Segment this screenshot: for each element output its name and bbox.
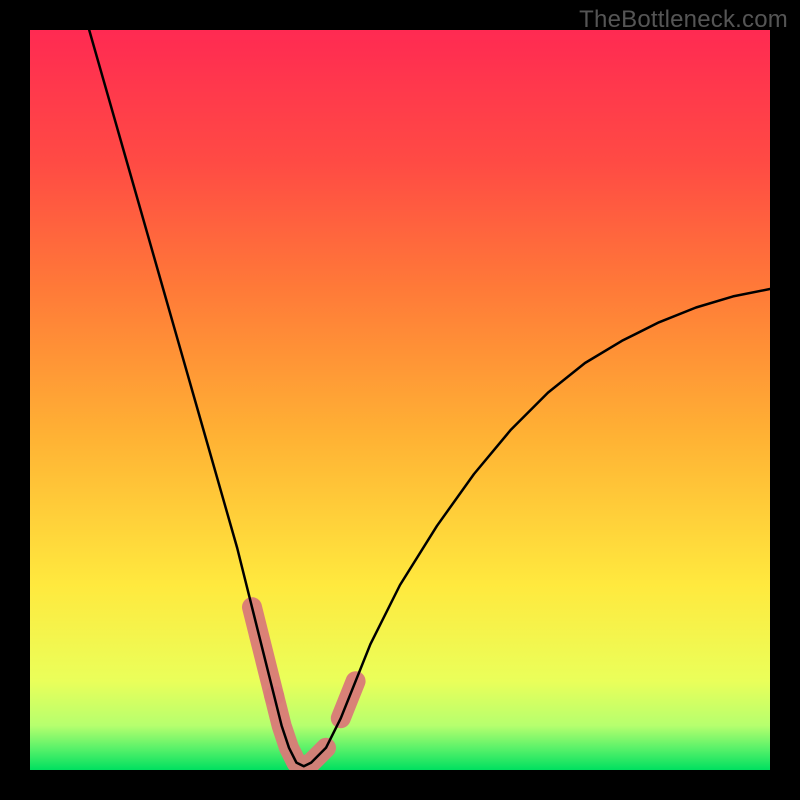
gradient-background: [30, 30, 770, 770]
plot-area: [30, 30, 770, 770]
bottleneck-chart-svg: [30, 30, 770, 770]
chart-frame: TheBottleneck.com: [0, 0, 800, 800]
watermark-text: TheBottleneck.com: [579, 6, 788, 34]
